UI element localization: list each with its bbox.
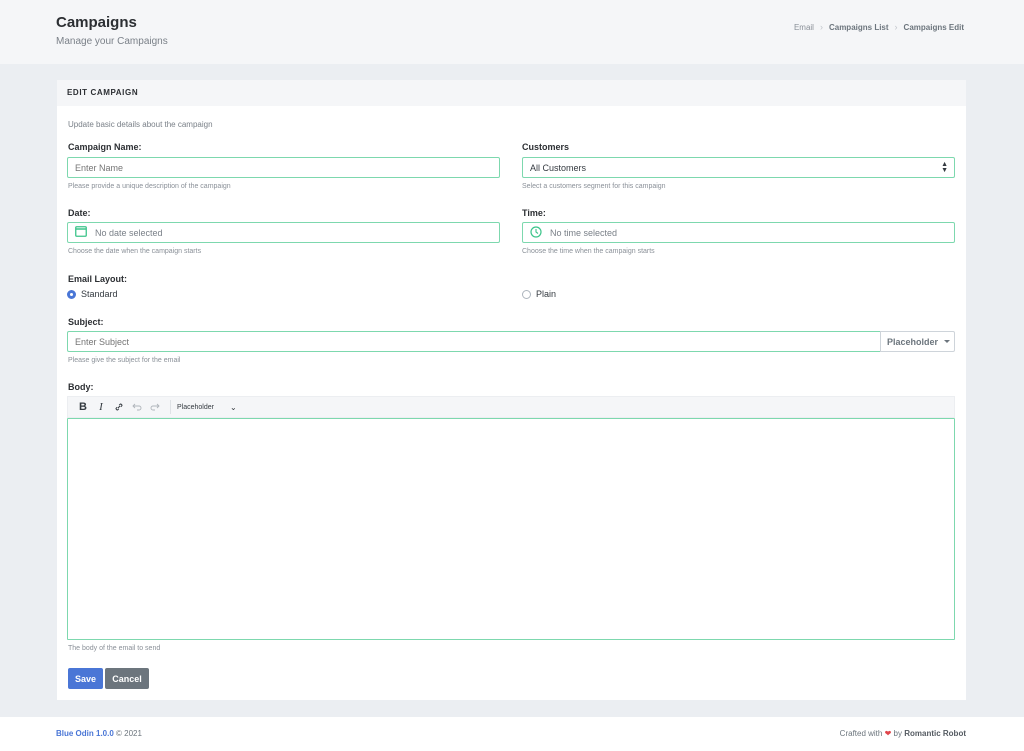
breadcrumb-campaigns-list[interactable]: Campaigns List — [829, 23, 889, 32]
save-button[interactable]: Save — [68, 668, 103, 689]
edit-campaign-card: EDIT CAMPAIGN Update basic details about… — [57, 80, 966, 700]
clock-icon — [530, 225, 542, 240]
caret-down-icon — [944, 340, 951, 343]
card-title: EDIT CAMPAIGN — [57, 80, 966, 106]
date-help: Choose the date when the campaign starts — [68, 248, 202, 255]
undo-icon — [132, 403, 142, 411]
editor-toolbar: B I Placeholder ⌄ — [67, 396, 955, 418]
link-icon — [115, 403, 123, 411]
customers-selected-value: All Customers — [530, 162, 587, 173]
customers-select[interactable]: All Customers ▲ ▼ — [522, 157, 955, 178]
subject-label: Subject: — [68, 317, 104, 327]
date-label: Date: — [68, 208, 91, 218]
breadcrumb-email[interactable]: Email — [794, 23, 814, 32]
email-layout-label: Email Layout: — [68, 274, 128, 284]
campaign-name-help: Please provide a unique description of t… — [68, 183, 231, 190]
italic-button[interactable]: I — [92, 398, 110, 416]
time-help: Choose the time when the campaign starts — [522, 248, 655, 255]
footer-crafted-prefix: Crafted with — [839, 729, 883, 738]
date-value: No date selected — [95, 227, 163, 238]
footer-copyright: © 2021 — [116, 729, 142, 738]
breadcrumb-campaigns-edit: Campaigns Edit — [903, 22, 964, 32]
calendar-icon — [75, 226, 87, 239]
radio-standard-label: Standard — [81, 289, 118, 299]
chevron-right-icon: › — [819, 22, 823, 32]
heart-icon: ❤ — [884, 729, 892, 738]
body-help: The body of the email to send — [68, 645, 161, 652]
subject-placeholder-dropdown[interactable]: Placeholder — [880, 331, 955, 352]
subject-placeholder-label: Placeholder — [887, 336, 939, 347]
campaign-name-input[interactable] — [67, 157, 500, 178]
placeholder-select-label: Placeholder — [177, 403, 214, 411]
radio-plain-label: Plain — [536, 289, 557, 299]
date-picker[interactable]: No date selected — [67, 222, 500, 243]
chevron-right-icon: › — [894, 22, 898, 32]
redo-icon — [150, 403, 160, 411]
placeholder-select[interactable]: Placeholder ⌄ — [177, 403, 237, 412]
select-arrows-icon: ▲ ▼ — [941, 160, 948, 174]
breadcrumb: Email › Campaigns List › Campaigns Edit — [794, 22, 964, 32]
footer-left: Blue Odin 1.0.0 © 2021 — [56, 729, 142, 738]
customers-help: Select a customers segment for this camp… — [522, 183, 666, 190]
bold-button[interactable]: B — [74, 398, 92, 416]
time-picker[interactable]: No time selected — [522, 222, 955, 243]
time-label: Time: — [522, 208, 546, 218]
body-editor[interactable] — [67, 418, 955, 640]
card-intro: Update basic details about the campaign — [68, 120, 213, 129]
campaign-name-label: Campaign Name: — [68, 142, 142, 152]
time-value: No time selected — [550, 227, 618, 238]
customers-label: Customers — [522, 142, 570, 152]
radio-checked-icon — [67, 289, 76, 299]
footer: Blue Odin 1.0.0 © 2021 Crafted with ❤ by… — [0, 717, 1024, 751]
subject-input[interactable] — [67, 331, 881, 352]
radio-standard[interactable]: Standard — [67, 289, 118, 299]
body-label: Body: — [68, 382, 94, 392]
footer-right: Crafted with ❤ by Romantic Robot — [840, 729, 966, 738]
page-subtitle: Manage your Campaigns — [56, 36, 168, 47]
subject-help: Please give the subject for the email — [68, 357, 181, 364]
footer-crafted-suffix: by — [893, 729, 902, 738]
page-title: Campaigns — [56, 14, 137, 31]
footer-author-link[interactable]: Romantic Robot — [904, 729, 966, 738]
toolbar-divider — [170, 400, 171, 414]
page-header: Campaigns Manage your Campaigns Email › … — [0, 0, 1024, 64]
footer-brand-link[interactable]: Blue Odin 1.0.0 — [56, 729, 114, 738]
radio-unchecked-icon — [522, 289, 531, 299]
link-button[interactable] — [110, 398, 128, 416]
radio-plain[interactable]: Plain — [522, 289, 556, 299]
undo-button[interactable] — [128, 398, 146, 416]
cancel-button[interactable]: Cancel — [105, 668, 149, 689]
chevron-down-icon: ⌄ — [229, 402, 237, 412]
redo-button[interactable] — [146, 398, 164, 416]
